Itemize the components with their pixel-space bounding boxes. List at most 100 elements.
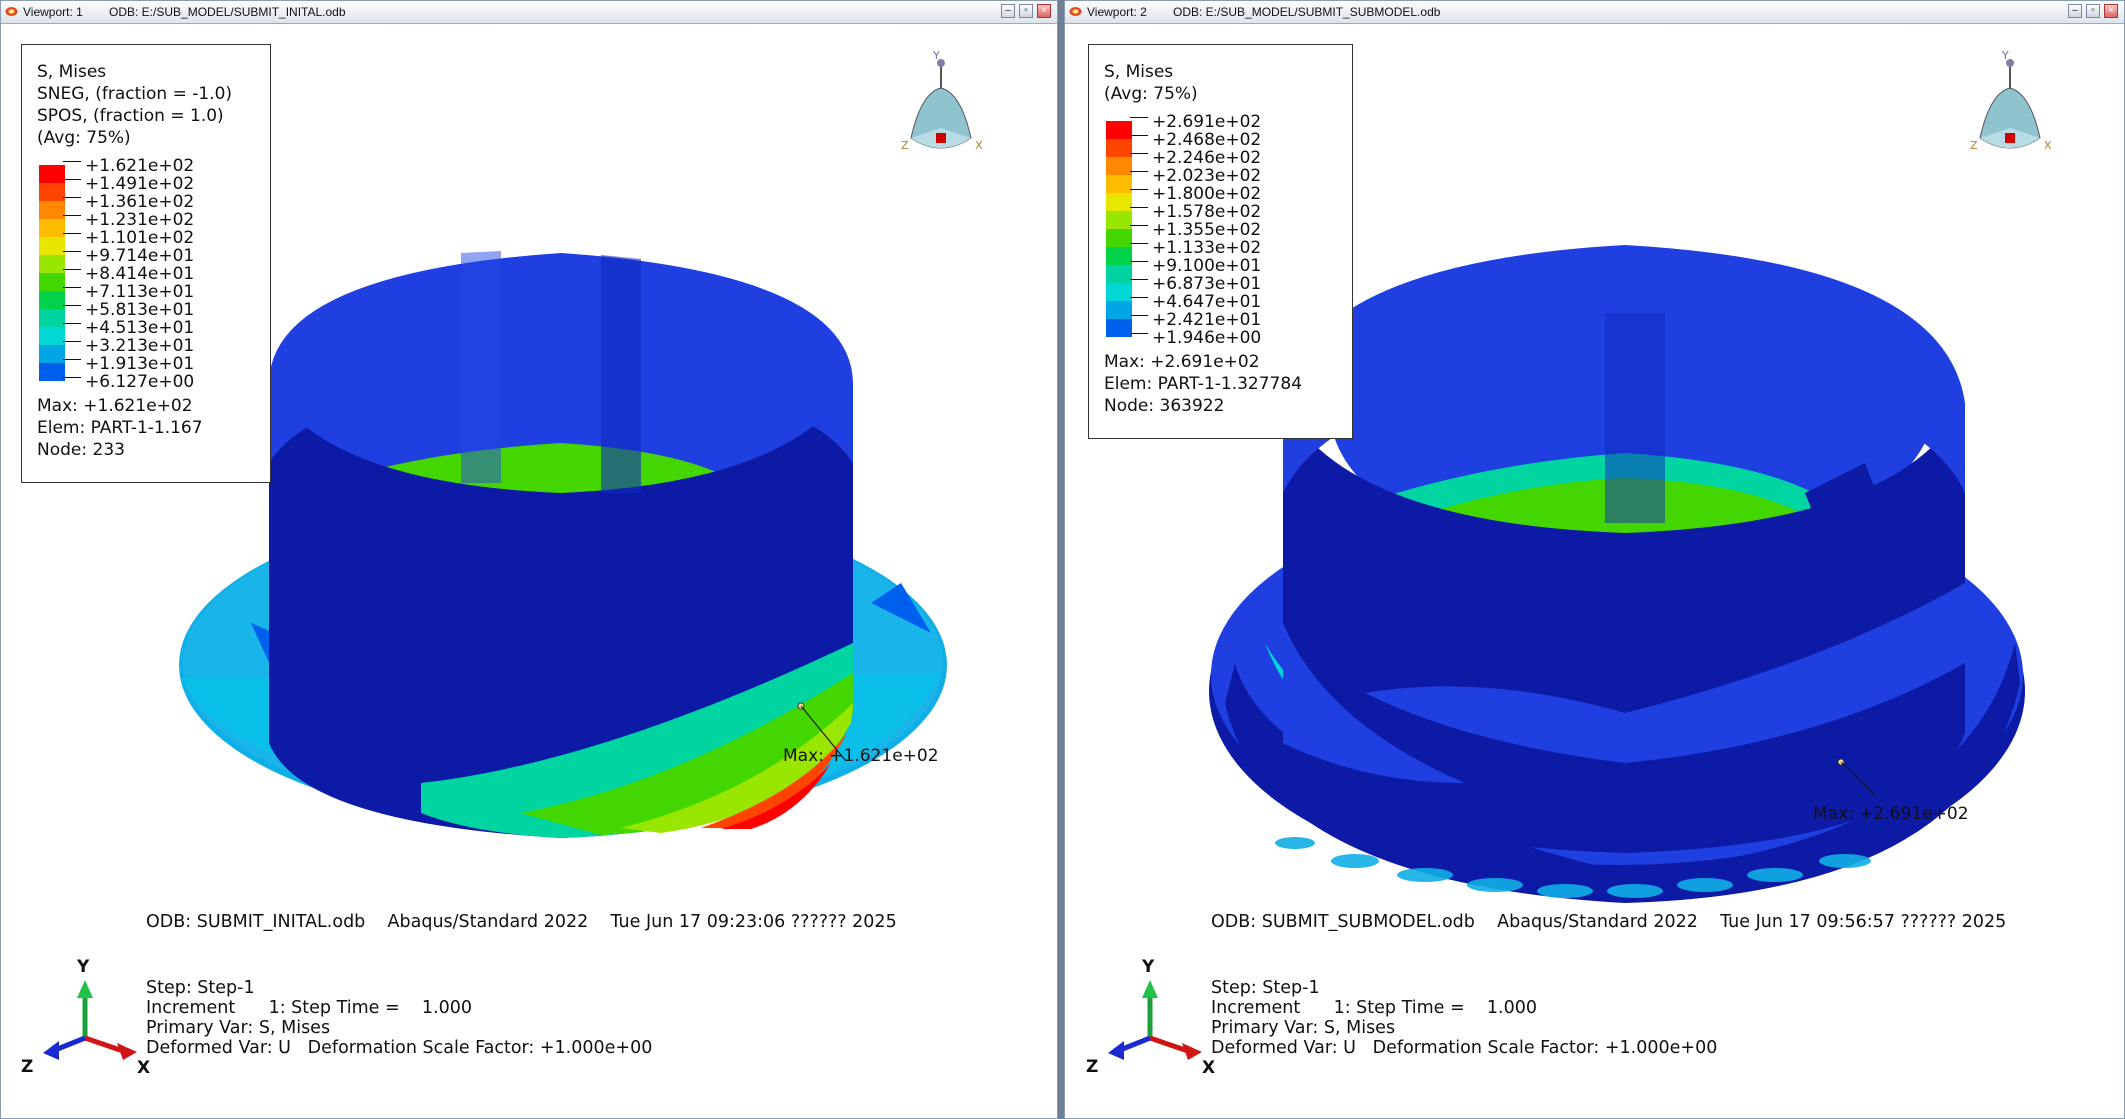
legend-max-elem: Elem: PART-1-1.167: [37, 418, 203, 438]
color-band: [1106, 265, 1132, 283]
legend-tick-label: +2.468e+02: [1129, 131, 1261, 149]
color-band: [1106, 211, 1132, 229]
legend-tick-label: +1.133e+02: [1129, 239, 1261, 257]
legend-tick-label: +7.113e+01: [62, 283, 194, 301]
color-band: [1106, 319, 1132, 337]
max-label: Max: +1.621e+02: [783, 746, 939, 766]
primary-var-info: Primary Var: S, Mises: [146, 1018, 331, 1038]
deformed-var-info: Deformed Var: U Deformation Scale Factor…: [1211, 1038, 1718, 1058]
color-band: [39, 291, 65, 309]
contour-legend[interactable]: S, Mises SNEG, (fraction = -1.0) SPOS, (…: [21, 44, 271, 483]
legend-tick-label: +1.101e+02: [62, 229, 194, 247]
legend-tick-label: +8.414e+01: [62, 265, 194, 283]
axis-x-label: X: [1202, 1058, 1215, 1078]
contour-legend[interactable]: S, Mises (Avg: 75%) +2.691e+02 +2.468e+02…: [1088, 44, 1353, 439]
close-button[interactable]: ×: [2104, 4, 2118, 18]
color-band: [39, 363, 65, 381]
color-band: [1106, 157, 1132, 175]
odb-info: ODB: SUBMIT_INITAL.odb Abaqus/Standard 2…: [146, 912, 897, 932]
svg-text:Y: Y: [932, 49, 940, 62]
viewport-2-titlebar[interactable]: Viewport: 2 ODB: E:/SUB_MODEL/SUBMIT_SUB…: [1065, 1, 2124, 24]
color-band: [39, 237, 65, 255]
step-info: Step: Step-1: [1211, 978, 1320, 998]
legend-tick-label: +6.873e+01: [1129, 275, 1261, 293]
minimize-button[interactable]: –: [1001, 4, 1015, 18]
color-band: [39, 327, 65, 345]
increment-info: Increment 1: Step Time = 1.000: [146, 998, 472, 1018]
legend-title: S, Mises: [37, 62, 107, 82]
color-band: [1106, 229, 1132, 247]
legend-tick-label: +4.513e+01: [62, 319, 194, 337]
legend-tick-label: +2.421e+01: [1129, 311, 1261, 329]
legend-tick-label: +1.231e+02: [62, 211, 194, 229]
color-band: [1106, 139, 1132, 157]
deformed-var-info: Deformed Var: U Deformation Scale Factor…: [146, 1038, 653, 1058]
view-cube-icon: Y Z X: [901, 49, 983, 152]
legend-tick-label: +1.578e+02: [1129, 203, 1261, 221]
color-band: [1106, 175, 1132, 193]
color-band: [1106, 193, 1132, 211]
increment-info: Increment 1: Step Time = 1.000: [1211, 998, 1537, 1018]
legend-tick-label: +2.691e+02: [1129, 113, 1261, 131]
color-band: [39, 219, 65, 237]
view-cube-icon: Y Z X: [1970, 49, 2052, 152]
legend-tick-label: +1.946e+00: [1129, 329, 1261, 347]
color-band: [39, 345, 65, 363]
legend-tick-label: +1.355e+02: [1129, 221, 1261, 239]
axis-x-label: X: [137, 1058, 150, 1078]
legend-subtitle: SNEG, (fraction = -1.0): [37, 84, 233, 104]
legend-max-node: Node: 363922: [1104, 396, 1225, 416]
legend-tick-label: +5.813e+01: [62, 301, 194, 319]
color-bar: [1106, 121, 1132, 337]
legend-avg: (Avg: 75%): [37, 128, 131, 148]
color-band: [39, 165, 65, 183]
max-label: Max: +2.691e+02: [1813, 804, 1969, 824]
axis-y-label: Y: [76, 957, 90, 977]
legend-tick-label: +2.023e+02: [1129, 167, 1261, 185]
legend-tick-label: +4.647e+01: [1129, 293, 1261, 311]
svg-text:Z: Z: [901, 139, 909, 152]
viewport-1-titlebar[interactable]: Viewport: 1 ODB: E:/SUB_MODEL/SUBMIT_INI…: [1, 1, 1057, 24]
axis-triad-icon: Y X Z: [21, 957, 150, 1078]
legend-tick-label: +2.246e+02: [1129, 149, 1261, 167]
close-button[interactable]: ×: [1037, 4, 1051, 18]
axis-triad-icon: Y X Z: [1086, 957, 1215, 1078]
legend-max-value: Max: +2.691e+02: [1104, 352, 1260, 372]
cylinder-wall: [269, 251, 853, 838]
viewport-1[interactable]: Viewport: 1 ODB: E:/SUB_MODEL/SUBMIT_INI…: [0, 0, 1058, 1119]
legend-tick-label: +9.714e+01: [62, 247, 194, 265]
legend-subtitle: SPOS, (fraction = 1.0): [37, 106, 224, 126]
viewport-odb-path: ODB: E:/SUB_MODEL/SUBMIT_INITAL.odb: [109, 5, 346, 19]
viewport-odb-path: ODB: E:/SUB_MODEL/SUBMIT_SUBMODEL.odb: [1173, 5, 1441, 19]
legend-tick-label: +6.127e+00: [62, 373, 194, 391]
restore-button[interactable]: ▫: [2086, 4, 2100, 18]
viewport-title: Viewport: 2: [1087, 5, 1147, 19]
axis-z-label: Z: [21, 1057, 33, 1077]
viewport-2[interactable]: Viewport: 2 ODB: E:/SUB_MODEL/SUBMIT_SUB…: [1064, 0, 2125, 1119]
legend-tick-label: +9.100e+01: [1129, 257, 1261, 275]
color-band: [1106, 301, 1132, 319]
legend-tick-label: +1.800e+02: [1129, 185, 1261, 203]
legend-avg: (Avg: 75%): [1104, 84, 1198, 104]
legend-title: S, Mises: [1104, 62, 1174, 82]
restore-button[interactable]: ▫: [1019, 4, 1033, 18]
axis-z-label: Z: [1086, 1057, 1098, 1077]
legend-max-node: Node: 233: [37, 440, 125, 460]
legend-tick-label: +1.621e+02: [62, 157, 194, 175]
minimize-button[interactable]: –: [2068, 4, 2082, 18]
cylinder-wall: [1283, 245, 1965, 853]
viewport-icon: [5, 7, 18, 16]
color-band: [39, 183, 65, 201]
color-band: [1106, 121, 1132, 139]
color-band: [39, 273, 65, 291]
primary-var-info: Primary Var: S, Mises: [1211, 1018, 1396, 1038]
color-bar: [39, 165, 65, 381]
legend-max-value: Max: +1.621e+02: [37, 396, 193, 416]
legend-tick-label: +3.213e+01: [62, 337, 194, 355]
color-band: [39, 201, 65, 219]
svg-text:Z: Z: [1970, 139, 1978, 152]
axis-y-label: Y: [1141, 957, 1155, 977]
color-band: [39, 255, 65, 273]
color-band: [1106, 283, 1132, 301]
color-band: [39, 309, 65, 327]
